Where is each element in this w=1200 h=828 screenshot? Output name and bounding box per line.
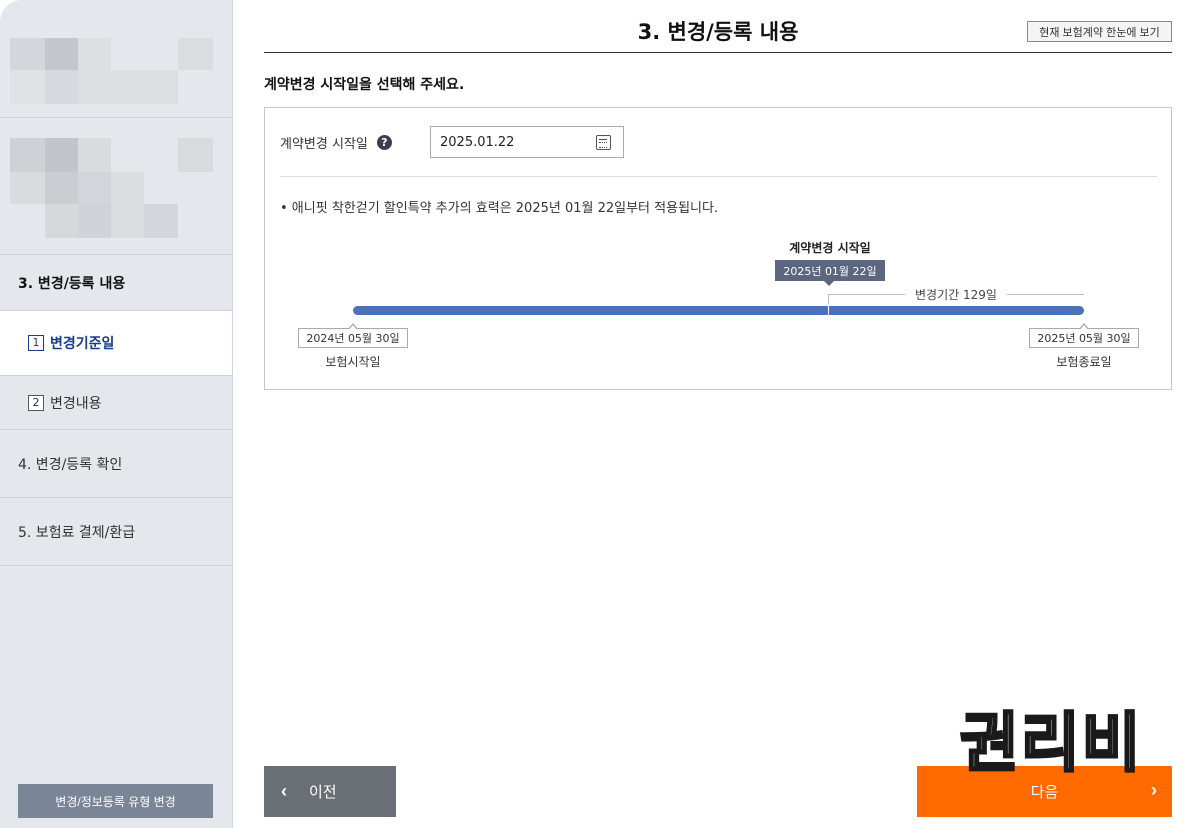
field-label: 계약변경 시작일 ? (280, 133, 392, 152)
next-button-label: 다음 (1030, 784, 1059, 801)
insurance-end-label: 보험종료일 (1056, 355, 1112, 369)
change-type-button[interactable]: 변경/정보등록 유형 변경 (18, 784, 213, 818)
watermark-logo: 권리비 (959, 707, 1143, 781)
prev-button-label: 이전 (309, 784, 337, 801)
blurred-profile-block (0, 0, 232, 118)
timeline-marker-caption: 계약변경 시작일 (789, 241, 871, 255)
nav-step-change-confirm[interactable]: 4. 변경/등록 확인 (0, 430, 232, 498)
insurance-start-label: 보험시작일 (325, 355, 381, 369)
sidebar: 3. 변경/등록 내용 1 변경기준일 2 변경내용 4. 변경/등록 확인 5… (0, 0, 233, 828)
change-period-label: 변경기간 129일 (905, 286, 1007, 303)
change-start-date-input[interactable]: 2025.01.22 (430, 126, 624, 158)
insurance-end-date: 2025년 05월 30일 (1029, 323, 1139, 348)
calendar-icon[interactable] (596, 135, 611, 150)
effective-date-notice: • 애니핏 착한걷기 할인특약 추가의 효력은 2025년 01월 22일부터 … (280, 201, 719, 216)
substep-number: 1 (28, 335, 44, 351)
title-divider (264, 52, 1172, 53)
change-start-date-label: 계약변경 시작일 (280, 137, 368, 152)
change-date-panel: 계약변경 시작일 ? 2025.01.22 • 애니핏 착한걷기 할인특약 추가… (264, 107, 1172, 390)
contract-summary-button[interactable]: 현재 보험계약 한눈에 보기 (1027, 21, 1172, 42)
substep-label: 변경기준일 (50, 336, 115, 352)
nav-step-payment-refund[interactable]: 5. 보험료 결제/환급 (0, 498, 232, 566)
nav-step-label: 4. 변경/등록 확인 (18, 456, 123, 473)
date-value: 2025.01.22 (440, 134, 515, 150)
nav-substep-change-date[interactable]: 1 변경기준일 (0, 311, 232, 376)
nav-substep-change-detail[interactable]: 2 변경내용 (0, 376, 232, 430)
question-circle-icon[interactable]: ? (376, 135, 392, 150)
substep-number: 2 (28, 394, 44, 411)
blurred-contract-block (0, 118, 232, 255)
nav-step-change-content[interactable]: 3. 변경/등록 내용 (0, 255, 232, 311)
insurance-start-date: 2024년 05월 30일 (298, 323, 408, 348)
insurance-period-bar (353, 306, 1084, 315)
section-heading: 계약변경 시작일을 선택해 주세요. (264, 77, 465, 93)
prev-button[interactable]: ‹ 이전 (264, 766, 396, 817)
nav-step-label: 3. 변경/등록 내용 (18, 275, 126, 292)
change-start-split (828, 304, 829, 317)
timeline-marker-date: 2025년 01월 22일 (775, 260, 885, 286)
chevron-left-icon: ‹ (281, 781, 287, 801)
chevron-right-icon: › (1151, 780, 1157, 800)
panel-divider (280, 176, 1157, 177)
nav-step-label: 5. 보험료 결제/환급 (18, 524, 136, 541)
substep-label: 변경내용 (50, 395, 102, 412)
